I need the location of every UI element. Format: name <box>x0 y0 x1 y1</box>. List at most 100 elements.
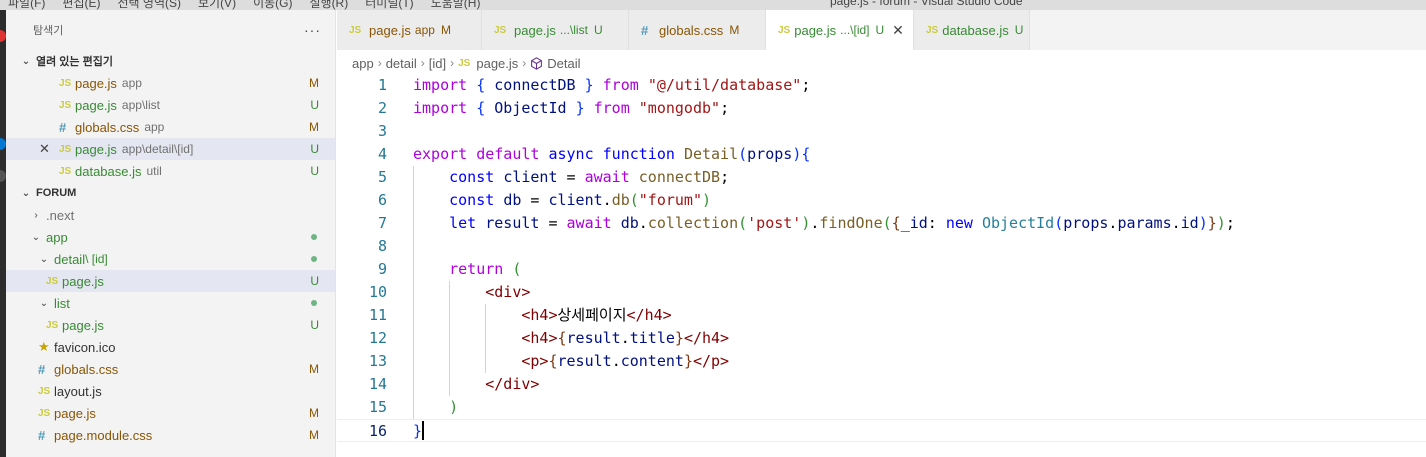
tree-file-selected[interactable]: JS page.js U <box>6 270 335 292</box>
code-line[interactable]: 15 ) <box>337 396 1426 419</box>
open-editor-item[interactable]: JS page.js app M <box>6 72 335 94</box>
code-text: <p>{result.content}</p> <box>521 352 730 370</box>
code-line[interactable]: 2 import { ObjectId } from "mongodb"; <box>337 97 1426 120</box>
open-editor-item[interactable]: # globals.css app M <box>6 116 335 138</box>
code-text: const db = client.db("forum") <box>449 191 712 209</box>
open-editor-item[interactable]: JS page.js app\list U <box>6 94 335 116</box>
tree-folder-next[interactable]: › .next <box>6 204 335 226</box>
code-line[interactable]: 6 const db = client.db("forum") <box>337 189 1426 212</box>
line-number: 15 <box>368 398 387 416</box>
javascript-file-icon: JS <box>458 57 471 69</box>
menu-selection[interactable]: 선택 영역(S) <box>117 0 181 10</box>
css-file-icon: # <box>38 427 46 443</box>
file-name: layout.js <box>54 383 102 399</box>
file-name: page.js <box>75 75 117 91</box>
menu-terminal[interactable]: 터미널(T) <box>365 0 413 10</box>
code-line[interactable]: 9 return ( <box>337 258 1426 281</box>
file-path: app <box>144 120 165 134</box>
breadcrumb-symbol[interactable]: Detail <box>547 56 580 71</box>
code-line[interactable]: 14 </div> <box>337 373 1426 396</box>
code-text: <div> <box>485 283 531 301</box>
close-editor-icon[interactable]: ✕ <box>39 141 50 157</box>
tab-desc: ...\[id] <box>840 23 870 37</box>
tree-file[interactable]: JS page.js U <box>6 314 335 336</box>
menu-file[interactable]: 파일(F) <box>8 0 45 10</box>
workspace-header[interactable]: ⌄ FORUM <box>6 182 335 204</box>
modified-badge: M <box>309 428 319 442</box>
tree-file[interactable]: JS page.js M <box>6 402 335 424</box>
javascript-file-icon: JS <box>46 275 59 287</box>
tree-folder-detail[interactable]: ⌄ detail \ [id] <box>6 248 335 270</box>
changes-dot-icon <box>311 234 317 240</box>
more-actions-icon[interactable]: ··· <box>304 22 321 38</box>
file-name: page.js <box>54 405 96 421</box>
tab-page-list[interactable]: JS page.js ...\list U <box>482 10 629 50</box>
tab-database[interactable]: JS database.js U <box>914 10 1030 50</box>
chevron-right-icon: › <box>522 56 527 70</box>
code-editor[interactable]: 1 import { connectDB } from "@/util/datab… <box>337 74 1426 457</box>
menu-edit[interactable]: 편집(E) <box>62 0 100 10</box>
breadcrumb-detail[interactable]: detail <box>386 56 417 71</box>
breadcrumb-id[interactable]: [id] <box>429 56 446 71</box>
javascript-file-icon: JS <box>38 385 51 397</box>
tree-file[interactable]: # globals.css M <box>6 358 335 380</box>
code-line[interactable]: 1 import { connectDB } from "@/util/datab… <box>337 74 1426 97</box>
line-number: 5 <box>377 168 387 186</box>
breadcrumb-app[interactable]: app <box>352 56 374 71</box>
tree-file[interactable]: ★ favicon.ico <box>6 336 335 358</box>
breadcrumb-file[interactable]: page.js <box>476 56 518 71</box>
line-number: 10 <box>368 283 387 301</box>
menu-help[interactable]: 도움말(H) <box>431 0 481 10</box>
code-line[interactable]: 7 let result = await db.collection('post… <box>337 212 1426 235</box>
menu-run[interactable]: 실행(R) <box>309 0 348 10</box>
menu-go[interactable]: 이동(G) <box>253 0 292 10</box>
code-line[interactable]: 12 <h4>{result.title}</h4> <box>337 327 1426 350</box>
tree-file[interactable]: # page.module.css M <box>6 424 335 446</box>
code-line[interactable]: 4 export default async function Detail(pr… <box>337 143 1426 166</box>
line-number: 8 <box>377 237 387 255</box>
line-number: 14 <box>368 375 387 393</box>
menu-view[interactable]: 보기(V) <box>198 0 236 10</box>
folder-name: detail <box>54 251 86 267</box>
open-editors-header[interactable]: ⌄ 열려 있는 편집기 <box>6 50 335 72</box>
close-tab-icon[interactable]: ✕ <box>892 22 904 39</box>
javascript-file-icon: JS <box>38 407 51 419</box>
code-text: <h4>상세페이지</h4> <box>521 306 672 324</box>
code-line[interactable]: 13 <p>{result.content}</p> <box>337 350 1426 373</box>
css-file-icon: # <box>38 361 46 377</box>
untracked-badge: U <box>1014 23 1024 37</box>
tree-file[interactable]: JS layout.js <box>6 380 335 402</box>
code-line[interactable]: 16} <box>337 419 1426 442</box>
tree-folder-app[interactable]: ⌄ app <box>6 226 335 248</box>
line-number: 13 <box>368 352 387 370</box>
open-editor-item[interactable]: JS database.js util U <box>6 160 335 182</box>
code-line[interactable]: 11 <h4>상세페이지</h4> <box>337 304 1426 327</box>
chevron-right-icon: › <box>34 209 38 221</box>
tab-desc: app <box>414 23 435 37</box>
tab-label: page.js <box>514 22 556 38</box>
modified-badge: M <box>309 406 319 420</box>
code-text: </div> <box>485 375 540 393</box>
tree-folder-list[interactable]: ⌄ list <box>6 292 335 314</box>
indent-guide <box>485 304 487 373</box>
tab-globals-css[interactable]: # globals.css M <box>629 10 766 50</box>
code-text: } <box>413 422 423 440</box>
menu-bar: 파일(F) 편집(E) 선택 영역(S) 보기(V) 이동(G) 실행(R) 터… <box>8 0 480 10</box>
folder-name: app <box>46 229 68 245</box>
tab-page-id-active[interactable]: JS page.js ...\[id] U ✕ <box>766 10 914 50</box>
tab-page-app[interactable]: JS page.js app M <box>337 10 482 50</box>
line-number: 3 <box>377 122 387 140</box>
untracked-badge: U <box>593 23 603 37</box>
code-line[interactable]: 8 <box>337 235 1426 258</box>
modified-badge: M <box>309 120 319 134</box>
workspace-label: FORUM <box>36 187 77 199</box>
code-line[interactable]: 5 const client = await connectDB; <box>337 166 1426 189</box>
chevron-down-icon: ⌄ <box>39 253 49 265</box>
line-number: 16 <box>368 422 387 440</box>
explorer-sidebar: 탐색기 ··· ⌄ 열려 있는 편집기 JS page.js app M JS … <box>6 10 336 457</box>
code-line[interactable]: 10 <div> <box>337 281 1426 304</box>
title-bar: 파일(F) 편집(E) 선택 영역(S) 보기(V) 이동(G) 실행(R) 터… <box>0 0 1426 10</box>
open-editor-item-active[interactable]: ✕ JS page.js app\detail\[id] U <box>6 138 335 160</box>
chevron-right-icon: › <box>450 56 455 70</box>
code-line[interactable]: 3 <box>337 120 1426 143</box>
